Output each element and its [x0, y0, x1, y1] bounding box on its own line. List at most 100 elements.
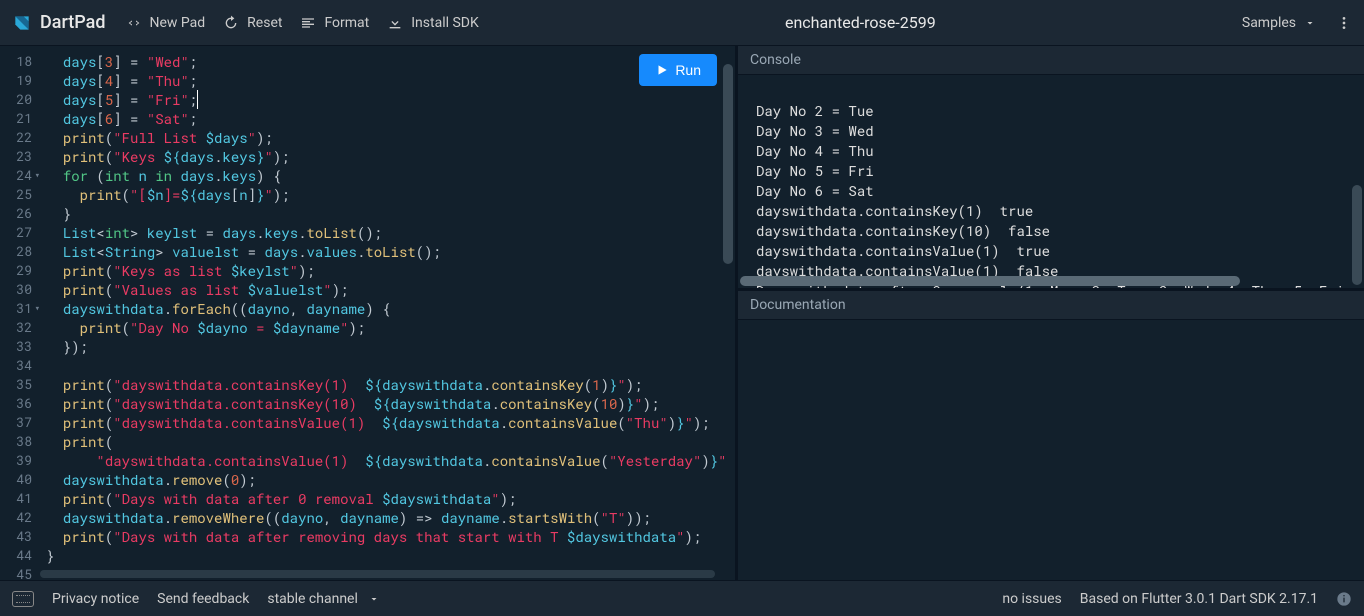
line-number: 22 [0, 128, 32, 147]
code-line[interactable]: print("Days with data after 0 removal $d… [46, 489, 735, 508]
line-number: 30 [0, 280, 32, 299]
line-number: 33 [0, 337, 32, 356]
app-name: DartPad [40, 12, 106, 33]
chevron-down-icon [1304, 17, 1316, 29]
line-number: 42 [0, 508, 32, 527]
install-sdk-button[interactable]: Install SDK [387, 15, 479, 31]
line-number: 39 [0, 451, 32, 470]
code-line[interactable]: print("Keys as list $keylst"); [46, 261, 735, 280]
console-line: dayswithdata.containsKey(1) true [756, 201, 1346, 221]
code-line[interactable]: }); [46, 337, 735, 356]
line-number: 38 [0, 432, 32, 451]
code-line[interactable]: print("dayswithdata.containsKey(10) ${da… [46, 394, 735, 413]
channel-select[interactable]: stable channel [267, 591, 380, 607]
code-line[interactable]: print("Day No $dayno = $dayname"); [46, 318, 735, 337]
editor-horizontal-scrollbar[interactable] [40, 570, 715, 578]
documentation-header: Documentation [738, 291, 1364, 320]
code-line[interactable]: dayswithdata.remove(0); [46, 470, 735, 489]
code-line[interactable]: days[6] = "Sat"; [46, 109, 735, 128]
chevron-down-icon [368, 593, 380, 605]
code-line[interactable]: List<String> valuelst = days.values.toLi… [46, 242, 735, 261]
issues-status[interactable]: no issues [1002, 591, 1061, 607]
line-number: 45 [0, 565, 32, 584]
editor-pane: 1819202122232425262728293031323334353637… [0, 46, 738, 580]
privacy-link[interactable]: Privacy notice [52, 591, 139, 607]
download-icon [387, 15, 403, 31]
code-line[interactable]: print("dayswithdata.containsValue(1) ${d… [46, 413, 735, 432]
line-number: 21 [0, 109, 32, 128]
line-number: 27 [0, 223, 32, 242]
console-line: dayswithdata.containsValue(1) true [756, 241, 1346, 261]
code-icon [126, 15, 142, 31]
line-number: 18 [0, 52, 32, 71]
documentation-body [738, 320, 1364, 580]
more-vert-icon [1336, 15, 1352, 31]
main-area: 1819202122232425262728293031323334353637… [0, 46, 1364, 580]
keyboard-icon[interactable] [12, 591, 34, 607]
console-line: Day No 3 = Wed [756, 121, 1346, 141]
code-line[interactable]: print("Values as list $valuelst"); [46, 280, 735, 299]
code-line[interactable]: } [46, 204, 735, 223]
reset-button[interactable]: Reset [223, 15, 282, 31]
console-vertical-scrollbar[interactable] [1352, 185, 1362, 285]
project-name[interactable]: enchanted-rose-2599 [479, 13, 1242, 32]
console-line: Day No 6 = Sat [756, 181, 1346, 201]
line-number: 24 [0, 166, 32, 185]
code-line[interactable]: print( [46, 432, 735, 451]
code-line[interactable]: dayswithdata.forEach((dayno, dayname) { [46, 299, 735, 318]
code-line[interactable]: "dayswithdata.containsValue(1) ${dayswit… [46, 451, 735, 470]
logo[interactable]: DartPad [12, 12, 106, 33]
line-number: 40 [0, 470, 32, 489]
console-header: Console [738, 46, 1364, 75]
code-line[interactable]: print("Keys ${days.keys}"); [46, 147, 735, 166]
new-pad-button[interactable]: New Pad [126, 15, 206, 31]
line-number: 37 [0, 413, 32, 432]
format-button[interactable]: Format [300, 15, 369, 31]
line-number: 41 [0, 489, 32, 508]
editor-vertical-scrollbar[interactable] [723, 64, 733, 264]
gutter: 1819202122232425262728293031323334353637… [0, 46, 40, 580]
code-line[interactable]: days[4] = "Thu"; [46, 71, 735, 90]
line-number: 34 [0, 356, 32, 375]
code-line[interactable]: for (int n in days.keys) { [46, 166, 735, 185]
code-line[interactable]: List<int> keylst = days.keys.toList(); [46, 223, 735, 242]
code-line[interactable] [46, 356, 735, 375]
line-number: 36 [0, 394, 32, 413]
overflow-menu[interactable] [1336, 15, 1352, 31]
console-output[interactable]: Day No 2 = TueDay No 3 = WedDay No 4 = T… [738, 75, 1364, 291]
console-line: dayswithdata.containsKey(10) false [756, 221, 1346, 241]
code-line[interactable]: dayswithdata.removeWhere((dayno, dayname… [46, 508, 735, 527]
code-editor[interactable]: days[3] = "Wed"; days[4] = "Thu"; days[5… [40, 46, 735, 580]
run-button[interactable]: Run [639, 54, 717, 86]
line-number: 31 [0, 299, 32, 318]
samples-menu[interactable]: Samples [1242, 15, 1316, 31]
footer-bar: Privacy notice Send feedback stable chan… [0, 580, 1364, 616]
line-number: 32 [0, 318, 32, 337]
sdk-version: Based on Flutter 3.0.1 Dart SDK 2.17.1 [1080, 591, 1318, 607]
code-line[interactable]: } [46, 546, 735, 565]
console-horizontal-scrollbar[interactable] [740, 276, 1240, 286]
info-icon[interactable] [1336, 591, 1352, 607]
line-number: 19 [0, 71, 32, 90]
code-line[interactable]: print("Days with data after removing day… [46, 527, 735, 546]
play-icon [655, 63, 669, 77]
right-pane: Console Day No 2 = TueDay No 3 = WedDay … [738, 46, 1364, 580]
toolbar: New Pad Reset Format Install SDK [126, 15, 479, 31]
line-number: 23 [0, 147, 32, 166]
line-number: 35 [0, 375, 32, 394]
line-number: 20 [0, 90, 32, 109]
line-number: 43 [0, 527, 32, 546]
code-line[interactable]: print("Full List $days"); [46, 128, 735, 147]
console-line: Day No 5 = Fri [756, 161, 1346, 181]
header-bar: DartPad New Pad Reset Format Install SDK… [0, 0, 1364, 46]
feedback-link[interactable]: Send feedback [157, 591, 249, 607]
format-icon [300, 15, 316, 31]
line-number: 28 [0, 242, 32, 261]
console-line: Day No 4 = Thu [756, 141, 1346, 161]
line-number: 25 [0, 185, 32, 204]
dart-logo-icon [12, 13, 32, 33]
code-line[interactable]: days[5] = "Fri"; [46, 90, 735, 109]
code-line[interactable]: print("dayswithdata.containsKey(1) ${day… [46, 375, 735, 394]
code-line[interactable]: days[3] = "Wed"; [46, 52, 735, 71]
code-line[interactable]: print("[$n]=${days[n]}"); [46, 185, 735, 204]
